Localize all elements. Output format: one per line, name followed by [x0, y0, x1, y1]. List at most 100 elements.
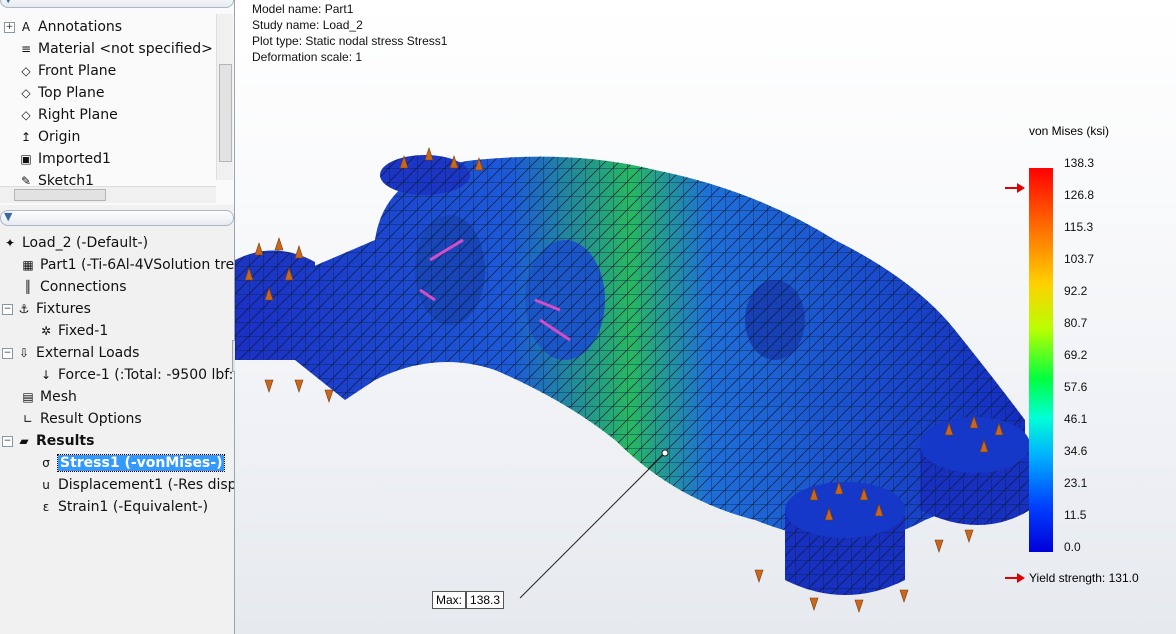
stress-plot-icon: σ — [42, 456, 50, 470]
annotations-icon: A — [21, 20, 31, 34]
sim-tree-item[interactable]: σ Stress1 (-vonMises-) — [38, 452, 226, 474]
feature-tree-item[interactable]: ▣ Imported1 — [4, 148, 111, 170]
feature-tree-item[interactable]: ◇ Right Plane — [4, 104, 118, 126]
sim-tree-item-label: External Loads — [36, 345, 140, 361]
expand-toggle[interactable]: − — [2, 435, 13, 447]
feature-tree-item[interactable]: + A Annotations — [4, 16, 122, 38]
tree-filter-bar[interactable]: ▼ — [0, 0, 234, 8]
sim-filter-bar[interactable]: ▼ — [0, 210, 234, 226]
plane-icon: ◇ — [21, 86, 31, 100]
expand-toggle[interactable]: + — [4, 21, 15, 33]
sim-tree-item[interactable]: ✲ Fixed-1 — [38, 320, 108, 342]
imported-icon: ▣ — [20, 152, 32, 166]
legend-tick-label: 92.2 — [1064, 284, 1088, 298]
legend-tick-label: 115.3 — [1064, 220, 1094, 234]
feature-tree-item-label: Imported1 — [38, 151, 111, 167]
sim-tree-item[interactable]: ║ Connections — [20, 276, 127, 298]
legend-tick-label: 34.6 — [1064, 444, 1088, 458]
sim-tree-item[interactable]: ∟ Result Options — [20, 408, 142, 430]
sim-tree-item-label: Connections — [40, 279, 127, 295]
legend-tick-label: 69.2 — [1064, 348, 1088, 362]
sim-tree-item[interactable]: ε Strain1 (-Equivalent-) — [38, 496, 208, 518]
feature-tree-item-label: Origin — [38, 129, 81, 145]
feature-tree-item[interactable]: ≡ Material <not specified> — [4, 38, 213, 60]
fixtures-icon: ⚓ — [18, 302, 30, 316]
scroll-thumb[interactable] — [219, 64, 232, 162]
sim-tree-item[interactable]: ✦ Load_2 (-Default-) — [2, 232, 148, 254]
sim-tree-item-label: Results — [36, 433, 95, 449]
top-boss — [380, 155, 470, 195]
feature-tree: ▼ + A Annotations ≡ Material <not specified>… — [0, 0, 234, 205]
part-body — [235, 156, 1025, 540]
max-probe-label: Max: 138.3 — [432, 591, 505, 609]
feature-tree-item-label: Right Plane — [38, 107, 118, 123]
results-folder-icon: ▰ — [19, 434, 29, 448]
max-label: Max: — [432, 591, 467, 609]
sim-tree-item[interactable]: − ⇩ External Loads — [2, 342, 139, 364]
legend-tick-label: 138.3 — [1064, 156, 1095, 170]
feature-manager-pane: ▼ + A Annotations ≡ Material <not specified>… — [0, 0, 235, 634]
feature-tree-item[interactable]: ↥ Origin — [4, 126, 80, 148]
max-probe-point — [661, 449, 669, 457]
sim-tree-item-label: Stress1 (-vonMises-) — [56, 454, 226, 472]
sim-tree-item[interactable]: ↓ Force-1 (:Total: -9500 lbf:) — [38, 364, 234, 386]
sim-tree-item-label: Fixed-1 — [58, 323, 109, 339]
filter-icon[interactable]: ▼ — [4, 210, 12, 223]
yield-strength: Yield strength: 131.0 — [1005, 571, 1139, 585]
sim-tree-item-label: Strain1 (-Equivalent-) — [58, 499, 209, 515]
fixed-icon: ✲ — [40, 324, 52, 338]
feature-tree-item-label: Annotations — [38, 19, 123, 35]
part-icon: ▦ — [22, 258, 34, 272]
max-probe-leader — [519, 452, 666, 599]
origin-icon: ↥ — [20, 130, 32, 144]
legend-tick-label: 80.7 — [1064, 316, 1088, 330]
tree-vertical-scrollbar[interactable] — [216, 14, 233, 180]
yield-arrow-icon — [1005, 573, 1025, 583]
feature-tree-item-label: Top Plane — [38, 85, 105, 101]
force-icon: ↓ — [40, 368, 52, 382]
legend-title: von Mises (ksi) — [1029, 124, 1110, 138]
connections-icon: ║ — [24, 280, 32, 294]
legend-tick-label: 126.8 — [1064, 188, 1095, 202]
sim-tree-item-label: Force-1 (:Total: -9500 lbf:) — [58, 367, 234, 383]
sim-tree-item[interactable]: ▤ Mesh — [20, 386, 77, 408]
legend-tick-label: 0.0 — [1064, 540, 1081, 554]
legend-tick-label: 11.5 — [1064, 508, 1087, 522]
feature-tree-item-label: Material <not specified> — [38, 41, 213, 57]
feature-tree-item[interactable]: ◇ Front Plane — [4, 60, 116, 82]
sim-tree-item-label: Load_2 (-Default-) — [22, 235, 149, 251]
sim-tree-item[interactable]: − ▰ Results — [2, 430, 94, 452]
feature-tree-item-label: Front Plane — [38, 63, 117, 79]
simulation-study-tree: ✦ Load_2 (-Default-) ▦ Part1 (-Ti-6Al-4VSol… — [0, 226, 234, 634]
tree-horizontal-scrollbar[interactable] — [0, 186, 216, 203]
study-icon: ✦ — [4, 236, 16, 250]
graphics-area[interactable]: Model name: Part1 Study name: Load_2 Plo… — [235, 0, 1176, 634]
legend-tick-label: 57.6 — [1064, 380, 1088, 394]
sim-tree-item-label: Result Options — [40, 411, 142, 427]
scroll-thumb[interactable] — [14, 189, 106, 201]
legend-tick-label: 23.1 — [1064, 476, 1088, 490]
sim-tree-item-label: Fixtures — [36, 301, 91, 317]
filter-icon[interactable]: ▼ — [4, 0, 12, 5]
strain-plot-icon: ε — [42, 500, 50, 514]
mesh-icon: ▤ — [22, 390, 34, 404]
sim-tree-item-label: Mesh — [40, 389, 77, 405]
feature-tree-item[interactable]: ◇ Top Plane — [4, 82, 104, 104]
sim-tree-item[interactable]: u Displacement1 (-Res disp-) — [38, 474, 234, 496]
result-options-icon: ∟ — [22, 412, 34, 426]
yield-label: Yield strength: 131.0 — [1029, 571, 1139, 585]
expand-toggle[interactable]: − — [2, 347, 13, 359]
loads-icon: ⇩ — [18, 346, 30, 360]
legend-color-bar — [1029, 168, 1053, 552]
max-value: 138.3 — [466, 591, 505, 609]
plane-icon: ◇ — [21, 108, 31, 122]
legend-tick-label: 46.1 — [1064, 412, 1088, 426]
material-icon: ≡ — [20, 42, 32, 56]
expand-toggle[interactable]: − — [2, 303, 13, 315]
sim-tree-item[interactable]: − ⚓ Fixtures — [2, 298, 91, 320]
sim-tree-item-label: Displacement1 (-Res disp-) — [58, 477, 234, 493]
plane-icon: ◇ — [21, 64, 31, 78]
sim-tree-item-label: Part1 (-Ti-6Al-4VSolution trea — [40, 257, 234, 273]
sim-tree-item[interactable]: ▦ Part1 (-Ti-6Al-4VSolution trea — [20, 254, 234, 276]
yield-marker-arrow — [1005, 183, 1025, 194]
